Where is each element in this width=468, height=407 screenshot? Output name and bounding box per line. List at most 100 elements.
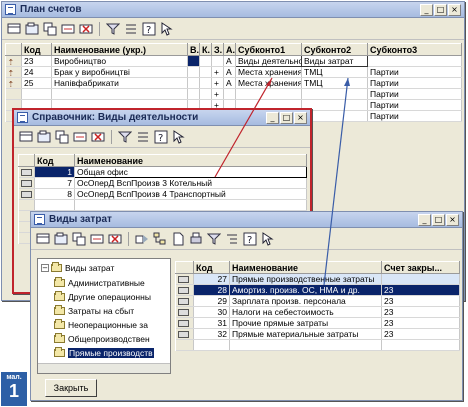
- col-header[interactable]: Код: [21, 43, 52, 56]
- table-row[interactable]: ⇡ 23 Виробництво А Виды деятельно Виды з…: [5, 55, 462, 67]
- svg-text:?: ?: [247, 235, 252, 246]
- table-row[interactable]: 1 Общая офис: [18, 166, 307, 178]
- new-row-icon[interactable]: [18, 129, 34, 145]
- col-header[interactable]: К.: [199, 43, 212, 56]
- tree-item[interactable]: Затраты на сбыт: [54, 305, 134, 316]
- minimize-button[interactable]: _: [266, 111, 279, 124]
- edit-row-icon[interactable]: [60, 21, 76, 37]
- col-header[interactable]: Код: [34, 154, 75, 167]
- figure-badge-label: мал.: [6, 374, 22, 381]
- col-header[interactable]: Субконто2: [301, 43, 368, 56]
- delete-row-icon[interactable]: [78, 21, 94, 37]
- new-group-icon[interactable]: [53, 231, 69, 247]
- cell-code: 31: [193, 317, 230, 329]
- tree-item[interactable]: Неоперационные за: [54, 319, 148, 330]
- cell-code: 8: [34, 188, 75, 200]
- folder-icon: [54, 333, 65, 343]
- close-button[interactable]: ×: [446, 213, 459, 226]
- tree-item-label: Неоперационные за: [68, 320, 148, 330]
- close-button[interactable]: ×: [448, 3, 461, 16]
- folder-icon: [51, 262, 62, 272]
- table-row[interactable]: 29 Зарплата произв. персонала 23: [175, 295, 460, 307]
- tree-horizontal-scrollbar[interactable]: [38, 363, 170, 373]
- col-header[interactable]: Наименование: [229, 261, 382, 274]
- help-icon[interactable]: ?: [242, 231, 258, 247]
- tree-view-icon[interactable]: [224, 231, 240, 247]
- pointer-help-icon[interactable]: [171, 129, 187, 145]
- table-row[interactable]: ⇡ 24 Брак у виробництві + А Места хранен…: [5, 66, 462, 78]
- filter-icon[interactable]: [117, 129, 133, 145]
- table-row[interactable]: 27 Прямые производственные затраты: [175, 273, 460, 285]
- maximize-button[interactable]: □: [280, 111, 293, 124]
- cell-subconto3: Партии: [367, 99, 462, 111]
- cost-types-tree[interactable]: − Виды затрат Административные Другие оп…: [37, 258, 171, 374]
- print-icon[interactable]: [188, 231, 204, 247]
- close-button[interactable]: ×: [294, 111, 307, 124]
- delete-row-icon[interactable]: [107, 231, 123, 247]
- col-header[interactable]: Наименование (укр.): [51, 43, 188, 56]
- cell-subconto3: Партии: [367, 77, 462, 89]
- col-header[interactable]: В.: [187, 43, 200, 56]
- pointer-help-icon[interactable]: [260, 231, 276, 247]
- tree-item[interactable]: Общепроизводствен: [54, 333, 150, 344]
- table-row[interactable]: 7 ОсОперД ВспПроизв 3 Котельный: [18, 177, 307, 189]
- new-group-icon[interactable]: [36, 129, 52, 145]
- table-row[interactable]: 32 Прямые материальные затраты 23: [175, 328, 460, 340]
- new-group-icon[interactable]: [24, 21, 40, 37]
- copy-row-icon[interactable]: [42, 21, 58, 37]
- col-header[interactable]: Субконто1: [235, 43, 302, 56]
- filter-icon[interactable]: [206, 231, 222, 247]
- tree-item-selected[interactable]: Прямые производств: [54, 347, 154, 358]
- table-row[interactable]: 30 Налоги на себестоимость 23: [175, 306, 460, 318]
- table-row-selected[interactable]: 28 Амортиз. произв. ОС, НМА и др. 23: [175, 284, 460, 296]
- table-row[interactable]: [18, 199, 307, 211]
- cell-name: Брак у виробництві: [51, 66, 188, 78]
- help-icon[interactable]: ?: [141, 21, 157, 37]
- pointer-help-icon[interactable]: [159, 21, 175, 37]
- filter-icon[interactable]: [105, 21, 121, 37]
- tree-item[interactable]: Другие операционны: [54, 291, 151, 302]
- maximize-button[interactable]: □: [434, 3, 447, 16]
- document-icon[interactable]: [170, 231, 186, 247]
- col-header[interactable]: Наименование: [74, 154, 307, 167]
- activities-titlebar[interactable]: Справочник: Виды деятельности _ □ ×: [14, 110, 310, 126]
- cell-code: 24: [21, 66, 52, 78]
- edit-row-icon[interactable]: [72, 129, 88, 145]
- chart-of-accounts-titlebar[interactable]: План счетов _ □ ×: [2, 2, 464, 18]
- cell-subconto1: Виды деятельно: [235, 55, 302, 67]
- col-header[interactable]: А.: [223, 43, 236, 56]
- new-row-icon[interactable]: [35, 231, 51, 247]
- close-dialog-button[interactable]: Закрыть: [45, 379, 97, 397]
- copy-row-icon[interactable]: [54, 129, 70, 145]
- table-row[interactable]: ⇡ 25 Напівфабрикати + А Места хранения Т…: [5, 77, 462, 89]
- list-view-icon[interactable]: [123, 21, 139, 37]
- hierarchy-icon[interactable]: [152, 231, 168, 247]
- item-icon: [20, 169, 32, 177]
- table-row[interactable]: 8 ОсОперД ВспПроизв 4 Транспортный: [18, 188, 307, 200]
- item-icon: [177, 276, 189, 284]
- minimize-button[interactable]: _: [418, 213, 431, 226]
- col-header[interactable]: З.: [211, 43, 224, 56]
- minimize-button[interactable]: _: [420, 3, 433, 16]
- col-header[interactable]: Код: [193, 261, 230, 274]
- copy-row-icon[interactable]: [71, 231, 87, 247]
- collapse-icon[interactable]: −: [41, 264, 49, 272]
- table-row[interactable]: [175, 339, 460, 351]
- table-row[interactable]: 31 Прочие прямые затраты 23: [175, 317, 460, 329]
- cell-code: 23: [21, 55, 52, 67]
- col-header[interactable]: Субконто3: [367, 43, 462, 56]
- new-row-icon[interactable]: [6, 21, 22, 37]
- tree-item[interactable]: Административные: [54, 277, 145, 288]
- edit-row-icon[interactable]: [89, 231, 105, 247]
- table-row[interactable]: + Партии: [5, 88, 462, 100]
- col-header[interactable]: Счет закры...: [381, 261, 460, 274]
- list-view-icon[interactable]: [135, 129, 151, 145]
- tree-root[interactable]: − Виды затрат: [41, 262, 114, 273]
- figure-badge-number: 1: [8, 381, 19, 401]
- help-icon[interactable]: ?: [153, 129, 169, 145]
- maximize-button[interactable]: □: [432, 213, 445, 226]
- cost-types-titlebar[interactable]: Виды затрат _ □ ×: [31, 212, 462, 228]
- move-icon[interactable]: [134, 231, 150, 247]
- delete-row-icon[interactable]: [90, 129, 106, 145]
- cell-account: 23: [381, 295, 460, 307]
